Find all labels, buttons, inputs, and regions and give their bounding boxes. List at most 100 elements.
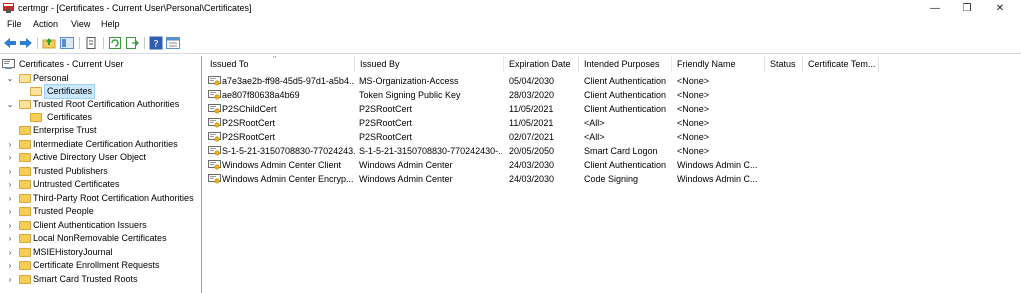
menu-action[interactable]: Action (33, 19, 58, 29)
column-header-expiration-date[interactable]: Expiration Date (504, 56, 579, 72)
chevron-right-icon[interactable]: › (6, 259, 14, 272)
chevron-right-icon[interactable]: › (6, 219, 14, 232)
close-button[interactable]: ✕ (985, 1, 1015, 16)
table-cell: 05/04/2030 (509, 76, 555, 86)
tree-item-active-directory-user-object[interactable]: › Active Directory User Object (6, 151, 200, 164)
tree-item-msiehistoryjournal[interactable]: › MSIEHistoryJournal (6, 246, 200, 259)
table-cell: P2SRootCert (359, 132, 413, 142)
table-cell (808, 88, 878, 102)
folder-icon (19, 140, 31, 149)
table-row[interactable]: a7e3ae2b-ff98-45d5-97d1-a5b4... MS-Organi… (205, 74, 905, 88)
chevron-right-icon[interactable]: › (6, 165, 14, 178)
chevron-right-icon[interactable]: › (6, 192, 14, 205)
folder-icon (19, 167, 31, 176)
column-header-friendly-name[interactable]: Friendly Name (672, 56, 765, 72)
tree-item-personal[interactable]: ⌄ Personal (6, 72, 200, 85)
tree-item-trusted-root-certificates[interactable]: Certificates (30, 111, 200, 124)
certmgr-app-icon (3, 3, 14, 13)
tree-item-third-party-root-ca[interactable]: › Third-Party Root Certification Authori… (6, 192, 200, 205)
menu-view[interactable]: View (71, 19, 90, 29)
tree-item-label: Certificates (43, 84, 96, 99)
chevron-down-icon[interactable]: ⌄ (6, 72, 14, 85)
tree-item-untrusted-certificates[interactable]: › Untrusted Certificates (6, 178, 200, 191)
tree-item-local-nonremovable-certificates[interactable]: › Local NonRemovable Certificates (6, 232, 200, 245)
table-cell: P2SRootCert (222, 132, 276, 142)
table-cell: Windows Admin C... (677, 160, 758, 170)
column-header-issued-to[interactable]: Issued To ^ (205, 56, 355, 72)
toolbar-separator (103, 37, 104, 49)
certificate-icon (208, 174, 221, 184)
chevron-right-icon[interactable]: › (6, 246, 14, 259)
table-row[interactable]: Windows Admin Center Encryp... Windows Ad… (205, 172, 905, 186)
table-cell: MS-Organization-Access (359, 76, 459, 86)
tree-item-label: Trusted Root Certification Authorities (33, 99, 180, 109)
maximize-button[interactable]: ❐ (952, 1, 982, 16)
column-header-certificate-template[interactable]: Certificate Tem... (803, 56, 879, 72)
chevron-down-icon[interactable]: ⌄ (6, 98, 14, 111)
table-cell: Windows Admin Center (359, 160, 453, 170)
forward-icon[interactable] (19, 36, 33, 50)
table-cell: Smart Card Logon (584, 146, 658, 156)
table-cell (770, 116, 805, 130)
table-cell: <All> (584, 118, 605, 128)
menu-file[interactable]: File (7, 19, 22, 29)
table-cell: Windows Admin Center (359, 174, 453, 184)
chevron-right-icon[interactable]: › (6, 178, 14, 191)
tree-item-label: Intermediate Certification Authorities (33, 139, 178, 149)
table-row[interactable]: Windows Admin Center Client Windows Admin… (205, 158, 905, 172)
tree-item-trusted-root[interactable]: ⌄ Trusted Root Certification Authorities (6, 98, 200, 111)
tree-item-label: Certificate Enrollment Requests (33, 260, 160, 270)
tree-item-personal-certificates[interactable]: Certificates (30, 84, 200, 99)
table-cell: Windows Admin Center Encryp... (222, 174, 354, 184)
tree-item-enterprise-trust[interactable]: Enterprise Trust (6, 124, 200, 137)
chevron-right-icon[interactable]: › (6, 232, 14, 245)
tree-item-trusted-people[interactable]: › Trusted People (6, 205, 200, 218)
column-header-status[interactable]: Status (765, 56, 803, 72)
column-header-label: Friendly Name (677, 59, 736, 69)
certificate-icon (208, 132, 221, 142)
column-header-intended-purposes[interactable]: Intended Purposes (579, 56, 672, 72)
column-header-issued-by[interactable]: Issued By (355, 56, 504, 72)
table-cell: 11/05/2021 (509, 104, 554, 114)
table-row[interactable]: P2SChildCert P2SRootCert 11/05/2021 Client … (205, 102, 905, 116)
table-cell (770, 88, 805, 102)
chevron-right-icon[interactable]: › (6, 138, 14, 151)
minimize-button[interactable]: — (920, 1, 950, 16)
tree-item-label: Trusted People (33, 206, 94, 216)
help-icon[interactable]: ? (149, 36, 163, 50)
properties-icon[interactable] (166, 36, 180, 50)
table-row[interactable]: ae807f80638a4b69 Token Signing Public Key… (205, 88, 905, 102)
folder-icon (30, 113, 42, 122)
tree-item-trusted-publishers[interactable]: › Trusted Publishers (6, 165, 200, 178)
export-list-icon[interactable] (125, 36, 139, 50)
chevron-right-icon[interactable]: › (6, 205, 14, 218)
tree-root[interactable]: Certificates - Current User (2, 58, 200, 71)
table-cell: S-1-5-21-3150708830-77024243... (222, 146, 355, 156)
back-icon[interactable] (3, 36, 17, 50)
show-hide-tree-icon[interactable] (60, 36, 74, 50)
refresh-icon[interactable] (108, 36, 122, 50)
tree-item-label: Certificates (47, 112, 93, 122)
folder-icon (30, 87, 42, 96)
tree-item-certificate-enrollment-requests[interactable]: › Certificate Enrollment Requests (6, 259, 200, 272)
tree-root-label: Certificates - Current User (19, 59, 124, 69)
chevron-right-icon[interactable]: › (6, 151, 14, 164)
delete-icon[interactable] (84, 36, 98, 50)
certificate-icon (208, 146, 221, 156)
chevron-right-icon[interactable]: › (6, 273, 14, 286)
table-cell (770, 144, 805, 158)
tree-item-client-authentication-issuers[interactable]: › Client Authentication Issuers (6, 219, 200, 232)
tree-item-smart-card-trusted-roots[interactable]: › Smart Card Trusted Roots (6, 273, 200, 286)
tree-item-intermediate-ca[interactable]: › Intermediate Certification Authorities (6, 138, 200, 151)
folder-icon (19, 153, 31, 162)
title-bar: certmgr - [Certificates - Current User\P… (0, 0, 1021, 17)
table-row[interactable]: P2SRootCert P2SRootCert 02/07/2021 <All> <No… (205, 130, 905, 144)
table-cell: ae807f80638a4b69 (222, 90, 300, 100)
table-cell (770, 158, 805, 172)
up-folder-icon[interactable] (42, 36, 56, 50)
table-row[interactable]: S-1-5-21-3150708830-77024243... S-1-5-21-… (205, 144, 905, 158)
table-cell (808, 172, 878, 186)
table-cell (808, 158, 878, 172)
table-row[interactable]: P2SRootCert P2SRootCert 11/05/2021 <All> <No… (205, 116, 905, 130)
menu-help[interactable]: Help (101, 19, 120, 29)
